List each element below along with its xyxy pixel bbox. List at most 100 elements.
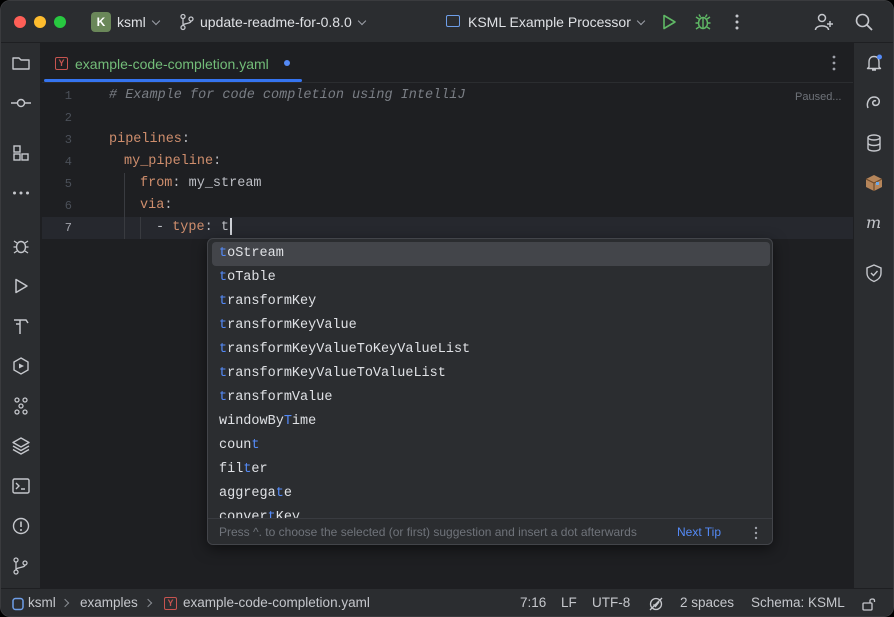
services-icon[interactable] (11, 356, 31, 376)
json-schema[interactable]: Schema: KSML (751, 595, 845, 610)
line-number: 7 (64, 221, 72, 235)
project-selector[interactable]: ksml (117, 14, 161, 30)
line-number: 6 (64, 199, 72, 213)
debug-icon[interactable] (693, 12, 713, 32)
tab-options-icon[interactable] (824, 53, 844, 73)
folder-icon[interactable] (11, 53, 31, 73)
code-comment: # Example for code completion using Inte… (109, 88, 466, 103)
problems-icon[interactable] (11, 516, 31, 536)
completion-text: ime (291, 414, 317, 429)
breadcrumb-folder[interactable]: examples (80, 595, 138, 610)
yaml-colon: : (172, 176, 181, 191)
run-tool-icon[interactable] (11, 276, 31, 296)
line-number: 1 (64, 89, 72, 103)
right-tool-strip: m (853, 43, 893, 588)
module-icon (12, 597, 24, 611)
more-icon[interactable] (727, 12, 747, 32)
completion-item[interactable]: transformValue (212, 386, 770, 410)
structure-icon[interactable] (11, 143, 31, 163)
close-window-button[interactable] (14, 16, 26, 28)
security-shield-icon[interactable] (864, 263, 884, 283)
database-icon[interactable] (864, 133, 884, 153)
editor-tab-bar: Y example-code-completion.yaml (42, 43, 853, 83)
chevron-down-icon (357, 16, 367, 26)
line-number: 3 (64, 133, 72, 147)
indent-setting[interactable]: 2 spaces (680, 595, 734, 610)
completion-text: er (251, 462, 268, 477)
breadcrumb-file[interactable]: example-code-completion.yaml (183, 595, 370, 610)
run-configuration-selector[interactable]: KSML Example Processor (468, 14, 646, 30)
ide-window: K ksml update-readme-for-0.8.0 KSML Exam… (0, 0, 894, 617)
completion-item[interactable]: transformKeyValueToKeyValueList (212, 338, 770, 362)
completion-item[interactable]: convertKey (212, 506, 770, 518)
tab-example-code-completion[interactable]: Y example-code-completion.yaml (42, 43, 304, 83)
git-icon[interactable] (11, 556, 31, 576)
line-separator[interactable]: LF (561, 595, 577, 610)
completion-match: t (219, 342, 228, 357)
completion-item[interactable]: aggregate (212, 482, 770, 506)
line-number: 5 (64, 177, 72, 191)
zoom-window-button[interactable] (54, 16, 66, 28)
maven-icon[interactable]: m (864, 213, 884, 233)
debug-tool-icon[interactable] (11, 236, 31, 256)
more-tools-icon[interactable] (11, 183, 31, 203)
completion-item[interactable]: windowByTime (212, 410, 770, 434)
line-number: 2 (64, 111, 72, 125)
terminal-icon[interactable] (11, 476, 31, 496)
branch-name: update-readme-for-0.8.0 (200, 14, 352, 30)
completion-text: ransformKeyValueToKeyValueList (227, 342, 471, 357)
breadcrumb-project[interactable]: ksml (28, 595, 56, 610)
text-caret (229, 217, 232, 235)
yaml-dash: - (156, 220, 173, 235)
completion-item[interactable]: count (212, 434, 770, 458)
tab-label: example-code-completion.yaml (75, 56, 269, 72)
run-icon[interactable] (659, 12, 679, 32)
yaml-key: via (140, 198, 165, 213)
completion-item[interactable]: toTable (212, 266, 770, 290)
commit-icon[interactable] (11, 93, 31, 113)
project-badge[interactable]: K (91, 12, 111, 32)
breadcrumb-separator-icon (143, 598, 153, 608)
code-line: 6 via: (42, 195, 853, 217)
next-tip-link[interactable]: Next Tip (677, 525, 721, 539)
file-encoding[interactable]: UTF-8 (592, 595, 630, 610)
completion-text: oStream (227, 246, 284, 261)
completion-item[interactable]: transformKeyValueToValueList (212, 362, 770, 386)
project-name: ksml (117, 14, 146, 30)
caret-position[interactable]: 7:16 (520, 595, 546, 610)
notifications-icon[interactable] (864, 53, 884, 73)
branch-selector[interactable]: update-readme-for-0.8.0 (200, 14, 367, 30)
completion-item[interactable]: transformKey (212, 290, 770, 314)
completion-match: t (219, 390, 228, 405)
inspections-off-icon[interactable] (648, 596, 664, 612)
completion-text: Key (275, 510, 301, 518)
completion-item[interactable]: filter (212, 458, 770, 482)
left-tool-strip (1, 43, 41, 588)
title-bar: K ksml update-readme-for-0.8.0 KSML Exam… (1, 1, 893, 43)
layers-icon[interactable] (11, 436, 31, 456)
ai-assistant-icon[interactable] (864, 93, 884, 113)
completion-list: toStream toTable transformKey transformKeyV… (208, 242, 772, 518)
dependencies-icon[interactable] (11, 396, 31, 416)
unlock-icon[interactable] (861, 596, 877, 612)
code-line: 4 my_pipeline: (42, 151, 853, 173)
completion-match: t (219, 270, 228, 285)
completion-text: coun (219, 438, 252, 453)
minimize-window-button[interactable] (34, 16, 46, 28)
yaml-value: t (212, 220, 229, 235)
completion-text: e (283, 486, 292, 501)
yaml-colon: : (181, 132, 191, 147)
popup-options-icon[interactable] (748, 525, 764, 541)
yaml-colon: : (213, 154, 222, 169)
completion-text: conver (219, 510, 268, 518)
completion-item[interactable]: transformKeyValue (212, 314, 770, 338)
yaml-key: type (172, 220, 205, 235)
plugin-cube-icon[interactable] (864, 173, 884, 193)
yaml-colon: : (204, 220, 213, 235)
search-icon[interactable] (854, 12, 874, 32)
add-user-icon[interactable] (814, 12, 834, 32)
completion-item[interactable]: toStream (212, 242, 770, 266)
completion-text: ransformKeyValueToValueList (227, 366, 446, 381)
run-configuration-name: KSML Example Processor (468, 14, 631, 30)
build-icon[interactable] (11, 316, 31, 336)
